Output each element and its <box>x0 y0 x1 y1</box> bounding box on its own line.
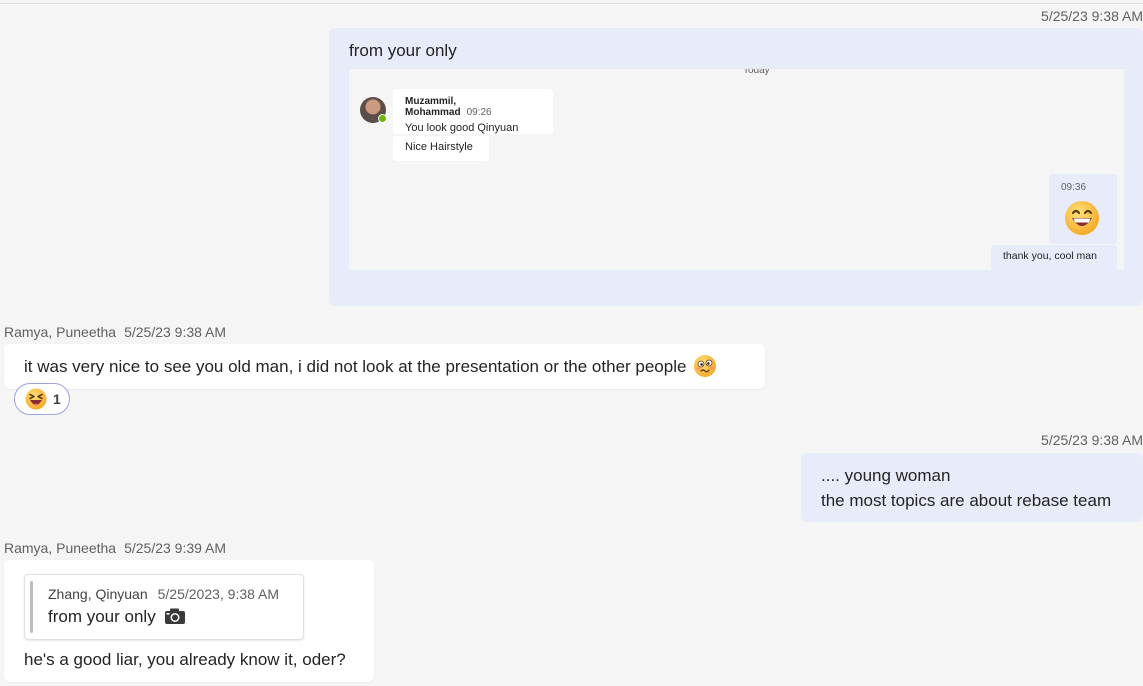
chat-card-own: 09:36 <box>1049 174 1117 244</box>
camera-icon <box>165 608 186 625</box>
message-text: from your only <box>349 41 457 60</box>
card-time: 09:26 <box>466 107 492 118</box>
woozy-face-icon <box>694 354 717 377</box>
message-bubble-other[interactable]: Zhang, Qinyuan 5/25/2023, 9:38 AM from yo… <box>4 560 374 682</box>
card-time: 09:36 <box>1061 182 1087 193</box>
date-divider-label: Today <box>733 69 780 76</box>
quoted-message[interactable]: Zhang, Qinyuan 5/25/2023, 9:38 AM from yo… <box>24 574 304 640</box>
message-text-line1: .... young woman <box>821 466 951 485</box>
quote-text-row: from your only <box>48 607 186 627</box>
embedded-screenshot[interactable]: Today Muzammil, Mohammad 09:26 You look g… <box>349 68 1124 270</box>
message-text-line2: the most topics are about rebase team <box>821 491 1112 510</box>
message-text: it was very nice to see you old man, i d… <box>24 357 687 376</box>
chat-card: Muzammil, Mohammad 09:26 You look good Qi… <box>393 89 553 134</box>
reaction-pill[interactable]: 1 <box>14 383 70 415</box>
laughing-face-icon <box>25 388 47 410</box>
card-text: You look good Qinyuan <box>405 122 519 134</box>
presence-available-icon <box>378 114 387 123</box>
message-timestamp: 5/25/23 9:39 AM <box>124 540 227 556</box>
message-header: Ramya, Puneetha 5/25/23 9:38 AM <box>4 324 226 340</box>
chat-card: Nice Hairstyle <box>393 136 489 161</box>
message-header: Ramya, Puneetha 5/25/23 9:39 AM <box>4 540 226 556</box>
divider <box>0 3 1143 4</box>
message-timestamp: 5/25/23 9:38 AM <box>1041 432 1143 448</box>
card-header: Muzammil, Mohammad 09:26 <box>405 96 541 118</box>
quote-timestamp: 5/25/2023, 9:38 AM <box>157 586 280 602</box>
quote-header: Zhang, Qinyuan 5/25/2023, 9:38 AM <box>48 586 279 602</box>
message-text: he's a good liar, you already know it, o… <box>24 650 346 669</box>
sender-name: Ramya, Puneetha <box>4 540 117 556</box>
message-timestamp: 5/25/23 9:38 AM <box>1041 8 1143 24</box>
grinning-face-icon <box>1065 201 1099 235</box>
message-bubble-other[interactable]: it was very nice to see you old man, i d… <box>4 344 765 389</box>
message-bubble-own[interactable]: from your only Today Muzammil, Mohammad 0… <box>329 28 1143 306</box>
chat-card-own: thank you, cool man <box>991 245 1117 270</box>
quote-text: from your only <box>48 607 156 626</box>
card-sender: Muzammil, Mohammad <box>405 96 461 118</box>
message-timestamp: 5/25/23 9:38 AM <box>124 324 227 340</box>
quote-bar <box>30 581 33 633</box>
sender-name: Ramya, Puneetha <box>4 324 117 340</box>
quote-sender: Zhang, Qinyuan <box>48 586 148 602</box>
message-bubble-own[interactable]: .... young woman the most topics are abo… <box>801 453 1143 522</box>
reaction-count: 1 <box>53 391 61 407</box>
